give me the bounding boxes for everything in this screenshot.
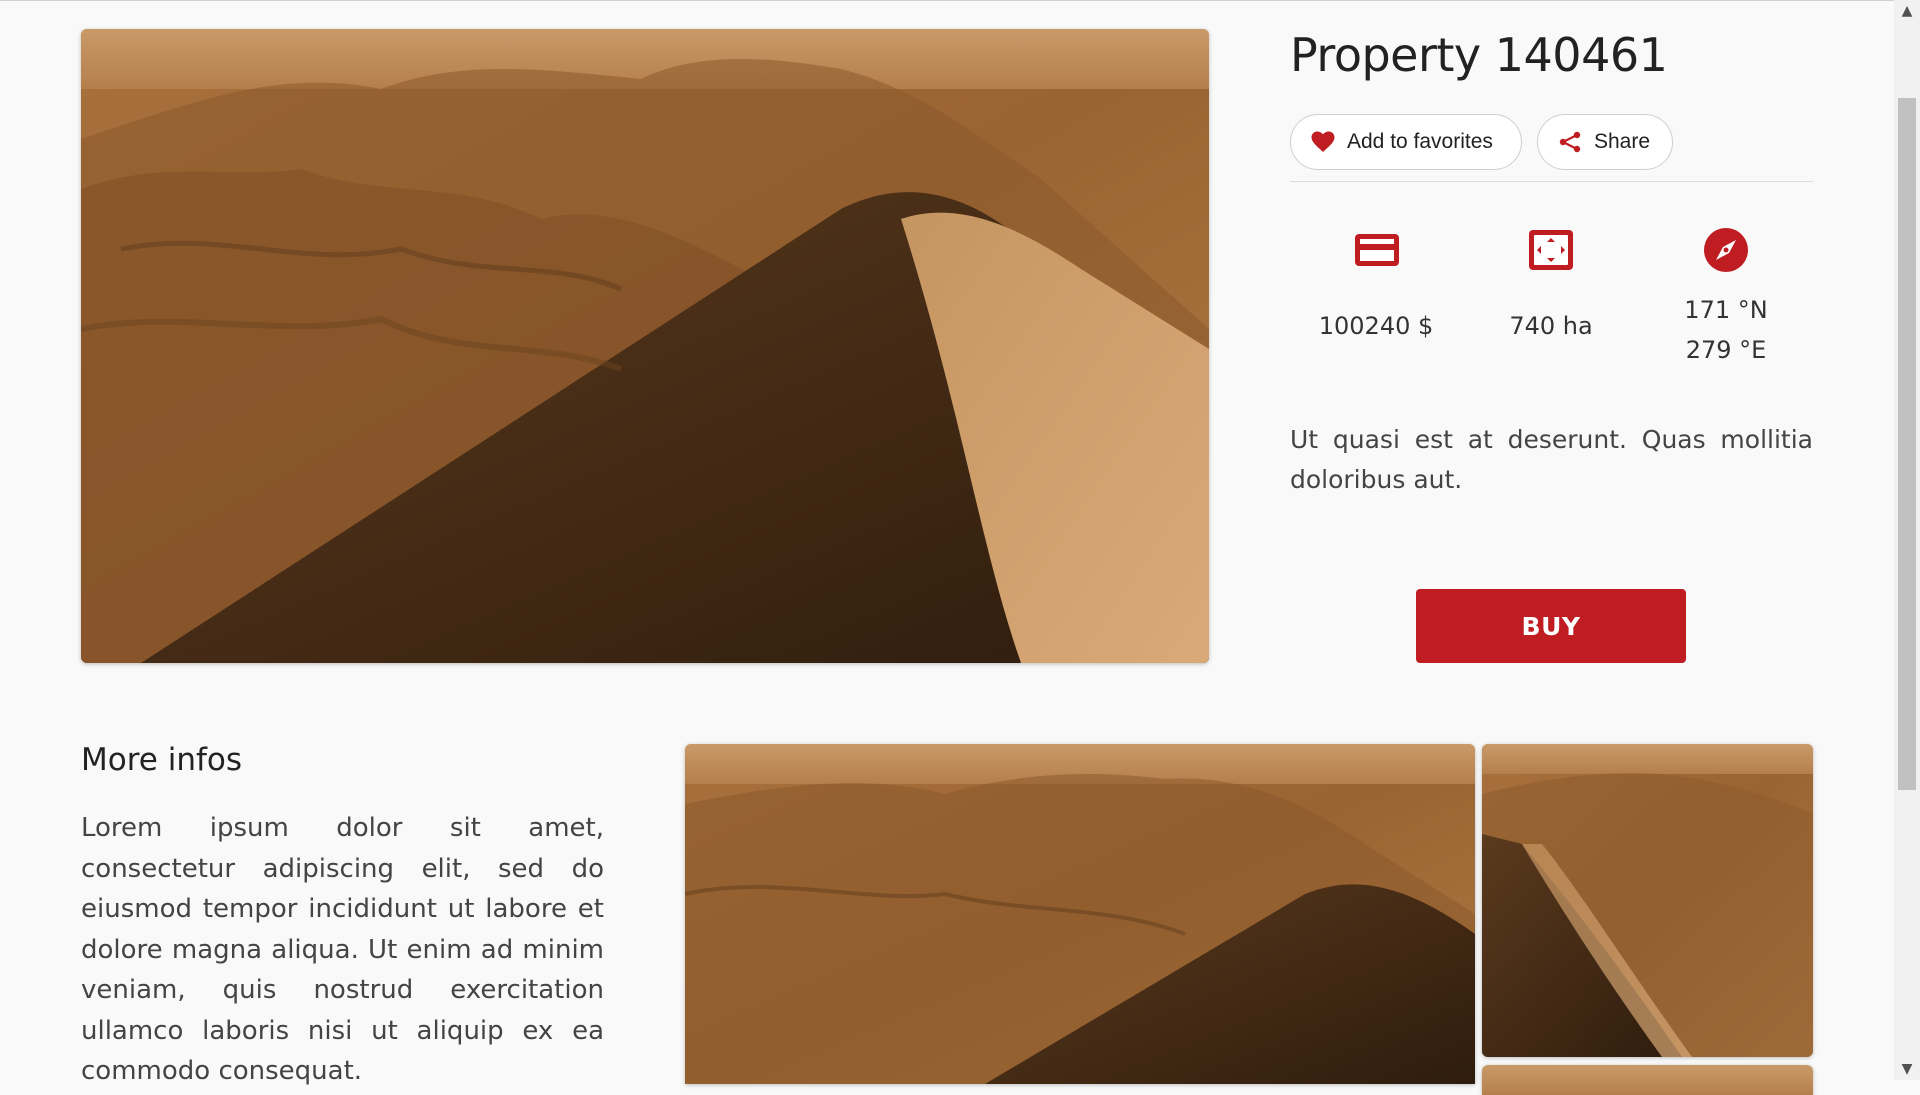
share-icon (1559, 131, 1581, 153)
gallery-photo[interactable] (1482, 744, 1813, 1057)
share-label: Share (1594, 130, 1651, 153)
heart-icon (1311, 131, 1335, 152)
gallery-photo[interactable] (1482, 1065, 1813, 1095)
favorites-label: Add to favorites (1347, 130, 1493, 153)
latitude-value: 171 °N (1684, 296, 1768, 324)
more-infos-text: Lorem ipsum dolor sit amet, consectetur … (81, 813, 604, 1086)
scroll-up-arrow-icon[interactable]: ▲ (1894, 0, 1920, 22)
area-value: 740 ha (1509, 312, 1593, 340)
property-main-photo[interactable] (81, 29, 1209, 663)
scroll-down-arrow-icon[interactable]: ▼ (1894, 1058, 1920, 1080)
divider (1290, 181, 1813, 182)
more-infos-heading: More infos (81, 742, 242, 778)
share-button[interactable]: Share (1537, 114, 1673, 170)
vertical-scrollbar[interactable]: ▲ ▼ (1894, 0, 1920, 1080)
credit-card-icon (1353, 226, 1401, 274)
buy-button[interactable]: BUY (1416, 589, 1686, 663)
coordinates-value: 171 °N 279 °E (1626, 290, 1826, 370)
area-expand-icon (1527, 226, 1575, 274)
top-border (0, 0, 1894, 1)
scroll-thumb[interactable] (1898, 98, 1916, 790)
compass-icon (1702, 226, 1750, 274)
gallery-photo[interactable] (685, 744, 1475, 1084)
page-title: Property 140461 (1290, 28, 1668, 82)
property-description: Ut quasi est at deserunt. Quas mollitia … (1290, 425, 1813, 494)
longitude-value: 279 °E (1685, 336, 1767, 364)
add-to-favorites-button[interactable]: Add to favorites (1290, 114, 1522, 170)
price-value: 100240 $ (1318, 312, 1434, 340)
